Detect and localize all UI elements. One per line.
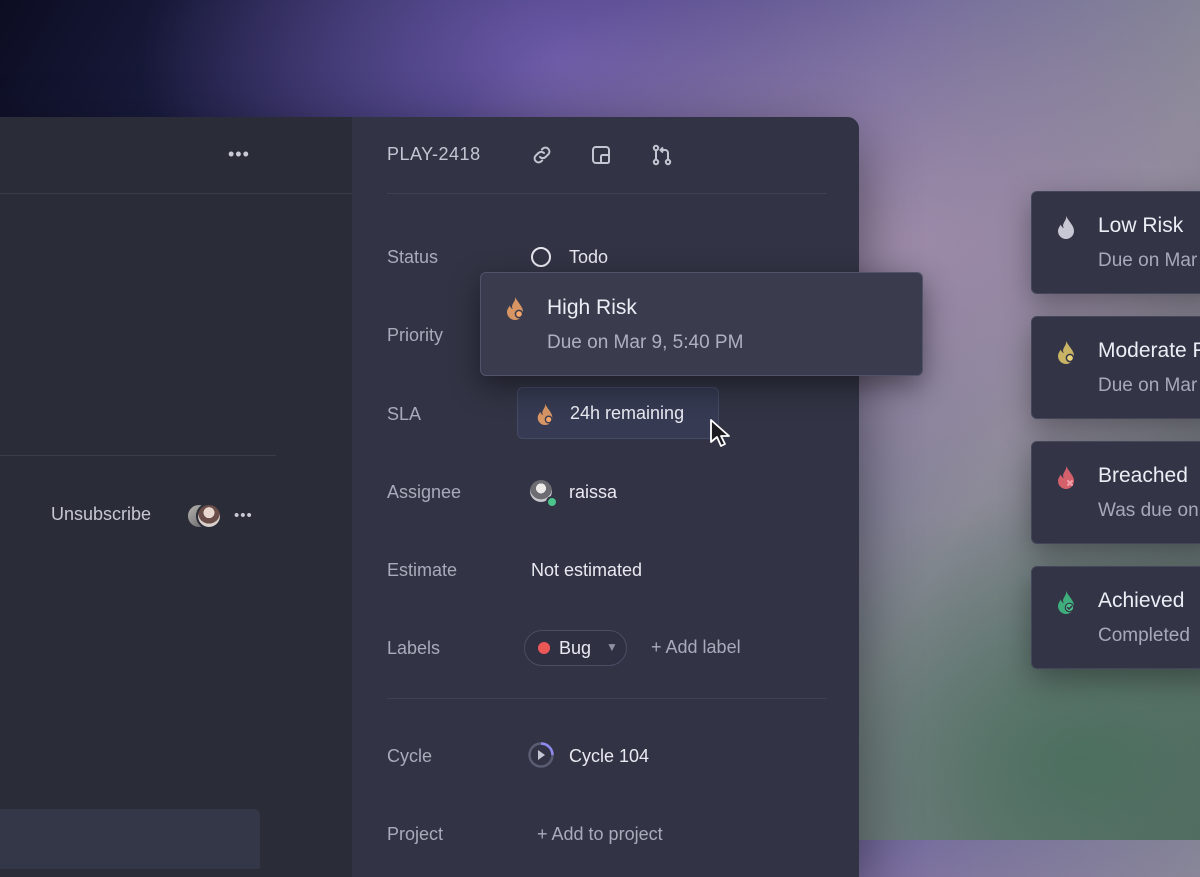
issue-window: ••• Unsubscribe ••• PLAY-2418 Status Tod… [0,117,859,877]
mouse-cursor-icon [710,419,730,447]
sla-card-subtitle: Was due on [1098,500,1199,521]
cycle-value[interactable]: Cycle 104 [569,746,649,767]
sla-card-title: Low Risk [1098,214,1184,237]
sla-label: SLA [387,404,422,424]
chevron-down-icon: ▼ [606,640,618,654]
flame-achieved-icon [1058,591,1075,614]
sla-card-achieved: Achieved Completed [1031,566,1200,669]
more-options-icon[interactable]: ••• [228,145,250,163]
priority-label: Priority [387,325,444,345]
section-divider [387,698,827,699]
sla-card-breached: Breached Was due on [1031,441,1200,544]
sla-button[interactable]: 24h remaining [517,387,719,439]
assignee-label: Assignee [387,482,462,502]
label-bug-chip[interactable]: Bug ▼ [524,630,627,666]
add-to-project-button[interactable]: + Add to project [537,824,663,845]
sla-card-subtitle: Due on Mar [1098,250,1198,271]
sla-card-title: Breached [1098,464,1188,487]
tooltip-subtitle: Due on Mar 9, 5:40 PM [547,332,744,353]
avatar [196,503,222,529]
issue-main-pane: ••• Unsubscribe ••• [0,117,352,877]
git-branch-icon[interactable] [650,143,674,167]
issue-id[interactable]: PLAY-2418 [387,144,481,165]
sla-card-moderate-risk: Moderate Risk Due on Mar [1031,316,1200,419]
header-divider [0,193,352,194]
labels-label: Labels [387,638,441,658]
flame-breached-icon [1058,466,1074,489]
header-divider [387,193,827,194]
todo-status-icon [531,247,551,267]
copy-link-icon[interactable] [530,143,554,167]
flame-moderate-icon [1058,341,1075,364]
label-color-dot [538,642,550,654]
label-bug-text: Bug [559,638,592,658]
estimate-value[interactable]: Not estimated [531,560,642,581]
sla-card-title: Moderate Risk [1098,339,1200,362]
cycle-icon [528,742,554,768]
online-status-dot [546,496,558,508]
sla-card-low-risk: Low Risk Due on Mar [1031,191,1200,294]
copy-id-icon[interactable] [590,143,614,167]
flame-high-risk-icon [507,297,524,320]
status-value[interactable]: Todo [569,247,608,268]
add-label-button[interactable]: + Add label [651,637,741,658]
cycle-label: Cycle [387,746,433,766]
project-label: Project [387,824,444,844]
issue-properties-pane: PLAY-2418 Status Todo Priority SLA 24h r… [352,117,859,877]
subscribers-avatars[interactable] [186,503,222,529]
assignee-value[interactable]: raissa [569,482,617,503]
status-label: Status [387,247,439,267]
unsubscribe-button[interactable]: Unsubscribe [51,504,151,525]
sla-card-subtitle: Due on Mar [1098,375,1198,396]
tooltip-title: High Risk [547,296,637,319]
flame-high-risk-icon [537,403,553,425]
activity-more-icon[interactable]: ••• [234,508,253,523]
sla-value: 24h remaining [570,403,685,423]
comment-box[interactable] [0,809,260,869]
sla-card-title: Achieved [1098,589,1185,612]
activity-divider [0,455,276,456]
sla-tooltip: High Risk Due on Mar 9, 5:40 PM [480,272,923,376]
flame-icon [1058,216,1074,239]
estimate-label: Estimate [387,560,458,580]
sla-card-subtitle: Completed [1098,625,1190,646]
